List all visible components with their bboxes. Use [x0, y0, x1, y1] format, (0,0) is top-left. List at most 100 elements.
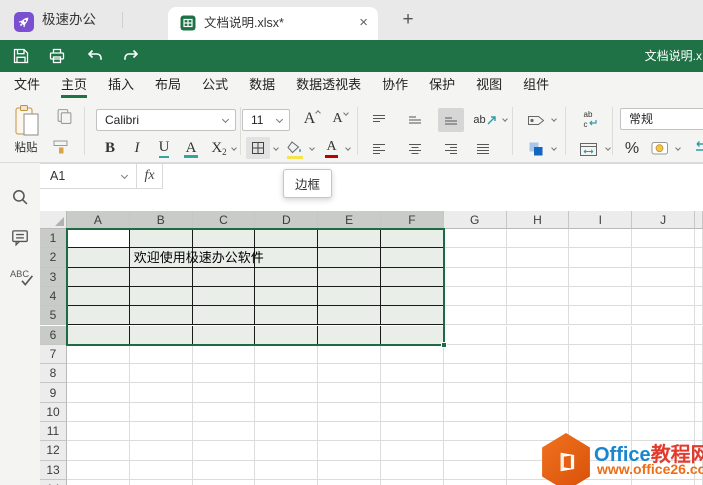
cell[interactable] — [381, 229, 444, 249]
cell[interactable] — [443, 344, 507, 365]
cell[interactable] — [695, 383, 703, 403]
column-header-D[interactable]: D — [255, 211, 319, 229]
cell[interactable] — [632, 267, 695, 287]
column-header-partial[interactable] — [695, 211, 703, 229]
cell[interactable] — [632, 479, 695, 485]
align-bottom-button[interactable] — [438, 108, 464, 132]
row-header-3[interactable]: 3 — [40, 267, 67, 287]
cell[interactable] — [192, 325, 256, 345]
cell[interactable] — [506, 402, 570, 422]
chevron-down-icon[interactable] — [273, 145, 279, 151]
cell[interactable] — [318, 325, 381, 345]
spellcheck-icon[interactable]: ABC — [10, 267, 34, 287]
cell[interactable] — [129, 306, 193, 326]
cell[interactable] — [255, 229, 319, 249]
justify-button[interactable] — [470, 137, 496, 161]
cell[interactable] — [506, 229, 570, 249]
column-header-H[interactable]: H — [506, 211, 570, 229]
insert-function-button[interactable]: fx — [137, 164, 163, 189]
cell[interactable] — [506, 286, 570, 307]
menu-item-10[interactable]: 组件 — [523, 72, 549, 99]
cell[interactable] — [67, 306, 130, 326]
borders-button[interactable] — [246, 137, 270, 159]
cell[interactable] — [192, 383, 256, 403]
align-middle-button[interactable] — [402, 108, 428, 132]
shrink-font-button[interactable]: A — [328, 107, 352, 131]
menu-item-6[interactable]: 数据透视表 — [296, 72, 361, 99]
row-header-13[interactable]: 13 — [40, 460, 67, 480]
cell[interactable] — [632, 248, 695, 268]
chevron-down-icon[interactable] — [231, 145, 237, 151]
chevron-down-icon[interactable] — [675, 145, 681, 151]
column-header-G[interactable]: G — [443, 211, 507, 229]
cell[interactable] — [443, 383, 507, 403]
cell[interactable] — [695, 286, 703, 307]
cell[interactable] — [381, 248, 444, 268]
subscript-button[interactable]: X 2 — [208, 138, 230, 158]
cell[interactable] — [569, 344, 633, 365]
cell[interactable] — [695, 344, 703, 365]
cell[interactable] — [67, 267, 130, 287]
cell[interactable] — [632, 325, 695, 345]
select-all-corner[interactable] — [40, 211, 67, 229]
cell[interactable] — [695, 267, 703, 287]
cell[interactable] — [130, 479, 193, 485]
cell[interactable] — [129, 441, 193, 461]
cell[interactable] — [506, 267, 570, 287]
cell[interactable] — [632, 344, 695, 365]
cell[interactable] — [569, 267, 633, 287]
cell[interactable] — [255, 286, 319, 307]
cell[interactable] — [381, 306, 444, 326]
cell[interactable] — [381, 325, 444, 345]
wrap-text-button[interactable]: ab c — [576, 108, 604, 132]
chevron-down-icon[interactable] — [309, 145, 315, 151]
cell[interactable] — [129, 364, 193, 384]
cell[interactable] — [381, 460, 444, 480]
cell[interactable] — [443, 460, 507, 480]
cell[interactable] — [255, 383, 319, 403]
menu-item-4[interactable]: 公式 — [202, 72, 228, 99]
cell[interactable] — [632, 286, 695, 307]
cell[interactable] — [67, 479, 130, 485]
undo-button[interactable] — [86, 47, 104, 65]
cell[interactable] — [318, 267, 381, 287]
row-header-12[interactable]: 12 — [40, 441, 67, 461]
percent-style-button[interactable]: % — [620, 137, 644, 161]
cell[interactable] — [443, 248, 507, 268]
row-header-9[interactable]: 9 — [40, 383, 67, 403]
cell[interactable] — [67, 248, 130, 268]
new-tab-button[interactable]: + — [395, 6, 421, 34]
cell[interactable] — [192, 267, 256, 287]
row-header-5[interactable]: 5 — [40, 306, 67, 326]
cell[interactable] — [695, 479, 703, 485]
cell[interactable] — [569, 402, 633, 422]
cell[interactable] — [255, 402, 319, 422]
column-header-E[interactable]: E — [318, 211, 381, 229]
column-header-B[interactable]: B — [129, 211, 193, 229]
cell[interactable] — [632, 383, 695, 403]
cell[interactable] — [569, 248, 633, 268]
document-tab[interactable]: 文档说明.xlsx* × — [168, 7, 378, 40]
row-header-1[interactable]: 1 — [40, 229, 67, 249]
cell[interactable] — [255, 344, 319, 365]
cell[interactable] — [129, 422, 193, 442]
cell[interactable] — [255, 306, 319, 326]
cell[interactable] — [67, 286, 130, 307]
cell[interactable] — [129, 460, 193, 480]
app-logo-icon[interactable] — [14, 12, 34, 32]
menu-item-7[interactable]: 协作 — [382, 72, 408, 99]
cell[interactable] — [255, 479, 319, 485]
cell[interactable] — [569, 325, 633, 345]
row-header-7[interactable]: 7 — [40, 344, 67, 365]
menu-item-8[interactable]: 保护 — [429, 72, 455, 99]
cell[interactable] — [381, 441, 444, 461]
italic-button[interactable]: I — [127, 138, 147, 158]
cell[interactable] — [255, 364, 319, 384]
cell[interactable] — [67, 325, 130, 345]
cell[interactable] — [67, 364, 130, 384]
cell[interactable] — [695, 402, 703, 422]
chevron-down-icon[interactable] — [605, 145, 611, 151]
cell[interactable] — [192, 441, 256, 461]
chevron-down-icon[interactable] — [551, 116, 557, 122]
menu-item-1[interactable]: 主页 — [61, 72, 88, 99]
